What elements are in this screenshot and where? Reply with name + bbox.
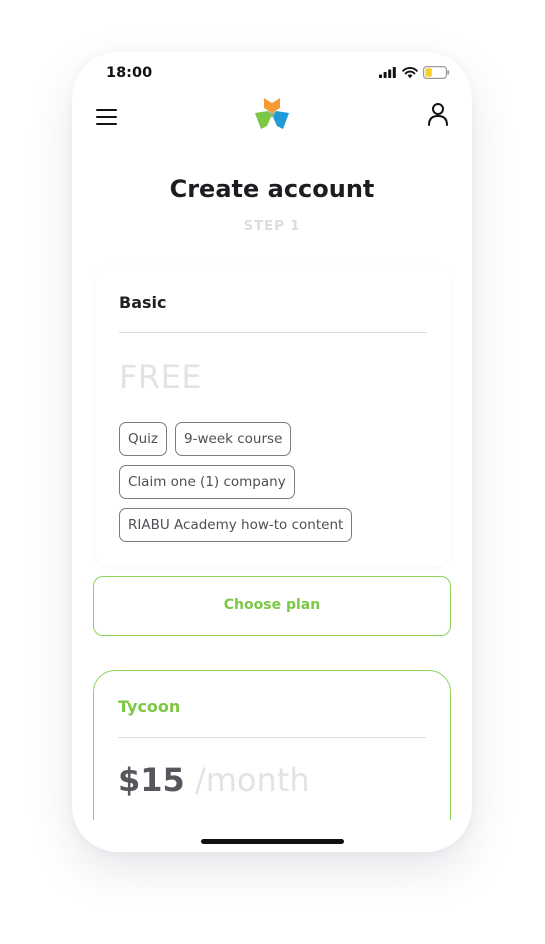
- status-icons: [379, 66, 450, 79]
- hamburger-menu-icon[interactable]: [95, 106, 119, 128]
- status-time: 18:00: [106, 65, 153, 81]
- step-indicator: STEP 1: [243, 218, 301, 234]
- price-period: /month: [194, 761, 310, 799]
- choose-plan-button[interactable]: Choose plan: [93, 576, 451, 636]
- user-profile-icon[interactable]: [426, 101, 450, 127]
- plan-name: Tycoon: [118, 697, 181, 716]
- status-bar: 18:00: [72, 52, 472, 96]
- star-logo-icon: [255, 98, 289, 129]
- page-title: Create account: [169, 175, 375, 203]
- plan-price: FREE: [119, 358, 203, 396]
- wifi-icon: [402, 66, 418, 78]
- price-amount: $15: [118, 761, 185, 799]
- nav-bar: [72, 96, 472, 146]
- plan-name: Basic: [119, 293, 167, 312]
- signal-icon: [379, 67, 396, 78]
- feature-tag: RIABU Academy how-to content: [119, 508, 353, 542]
- feature-tag: Claim one (1) company: [119, 465, 295, 499]
- home-indicator[interactable]: [201, 839, 344, 844]
- divider: [119, 332, 427, 333]
- feature-tag: Quiz: [119, 422, 168, 456]
- divider: [118, 737, 426, 738]
- bottom-safe-area: [72, 820, 472, 852]
- feature-tag: 9-week course: [175, 422, 292, 456]
- feature-tags: Quiz 9-week course Claim one (1) company…: [119, 422, 429, 542]
- battery-icon: [423, 66, 450, 79]
- phone-frame: 18:00 Create account STEP 1 Basic FREE Q…: [72, 52, 472, 852]
- plan-card-basic: Basic FREE Quiz 9-week course Claim one …: [95, 265, 451, 567]
- plan-price: $15 /month: [118, 761, 310, 799]
